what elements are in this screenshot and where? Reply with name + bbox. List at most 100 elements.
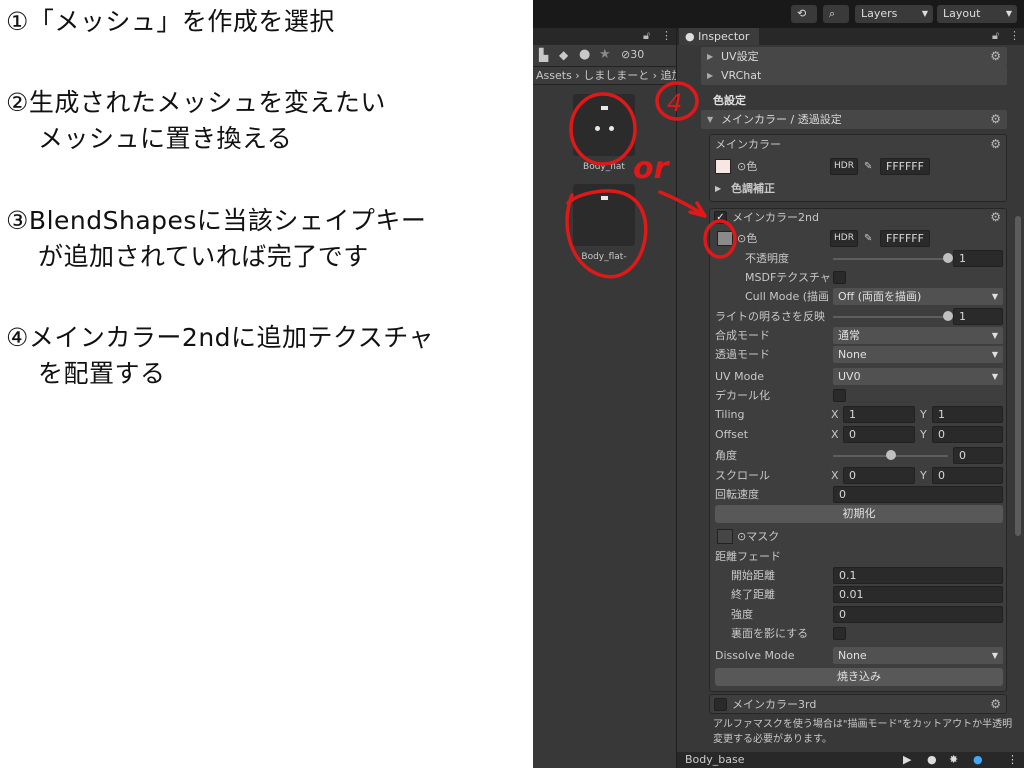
lock-icon[interactable]: 🔓︎ bbox=[992, 29, 999, 43]
gear-icon[interactable]: ⚙ bbox=[990, 110, 1001, 129]
label-icon[interactable]: ◆ bbox=[559, 48, 568, 62]
tiling-row: Tiling X1 Y1 bbox=[677, 405, 1009, 424]
hdr-button[interactable]: HDR bbox=[830, 158, 858, 175]
strength-field[interactable]: 0 bbox=[833, 606, 1003, 623]
end-distance-row: 終了距離 0.01 bbox=[677, 585, 1009, 604]
inspector-scrollbar[interactable] bbox=[1014, 46, 1022, 746]
main3rd-header: メインカラー3rd ⚙ bbox=[677, 695, 1009, 714]
eyedropper-icon[interactable]: ✎ bbox=[864, 229, 872, 248]
instruction-notes: ①「メッシュ」を作成を選択 ②生成されたメッシュを変えたい メッシュに置き換える… bbox=[0, 0, 533, 768]
gear-icon[interactable]: ⚙ bbox=[990, 135, 1001, 154]
preview-mesh-icon[interactable]: ● bbox=[973, 752, 983, 768]
angle-field[interactable]: 0 bbox=[953, 447, 1003, 464]
warning-icon[interactable]: ● bbox=[579, 47, 590, 62]
main2nd-checkbox[interactable]: ✓ bbox=[714, 211, 727, 224]
offset-row: Offset X0 Y0 bbox=[677, 425, 1009, 444]
tab-inspector[interactable]: ● Inspector bbox=[679, 28, 759, 45]
eyedropper-icon[interactable]: ✎ bbox=[864, 157, 872, 176]
msdf-checkbox[interactable] bbox=[833, 271, 846, 284]
lock-icon[interactable]: 🔓︎ bbox=[643, 29, 650, 43]
step-2: ②生成されたメッシュを変えたい メッシュに置き換える bbox=[6, 88, 386, 153]
asset-item[interactable]: Body_flat bbox=[573, 94, 635, 172]
reset-button[interactable]: 初期化 bbox=[715, 505, 1003, 523]
mask-texture-slot[interactable] bbox=[717, 529, 733, 544]
layout-dropdown[interactable]: Layout ▼ bbox=[937, 5, 1017, 23]
step-3: ③BlendShapesに当該シェイプキー が追加されていれば完了です bbox=[6, 206, 427, 271]
mesh-thumbnail bbox=[573, 184, 635, 246]
search-icon[interactable]: ⌕ bbox=[823, 5, 849, 23]
mask-label: ⊙マスク bbox=[737, 530, 780, 543]
history-icon[interactable]: ⟲ bbox=[791, 5, 817, 23]
main-color-header: メインカラー ⚙ bbox=[677, 135, 1009, 154]
hdr-button[interactable]: HDR bbox=[830, 230, 858, 247]
project-tabbar: 🔓︎ ⋮ bbox=[533, 28, 676, 45]
main-color-label: ⊙色 bbox=[737, 160, 758, 173]
main2nd-hex-field[interactable]: FFFFFF bbox=[880, 230, 930, 247]
alpha-row: 透過モード None ▼ bbox=[677, 345, 1009, 364]
rotation-field[interactable]: 0 bbox=[833, 486, 1003, 503]
menu-dots-icon[interactable]: ⋮ bbox=[1009, 29, 1020, 42]
opacity-slider-knob[interactable] bbox=[943, 253, 953, 263]
inspector-tabbar: ● Inspector 🔓︎ ⋮ bbox=[677, 28, 1024, 45]
project-panel: 🔓︎ ⋮ ▙ ◆ ● ★ ⊘30 Assets › しましまーと › 追加 Bo… bbox=[533, 28, 676, 768]
inspector-panel: ● Inspector 🔓︎ ⋮ ▶ UV設定 ⚙ ▶ VRChat 色設定 ▼ メイン… bbox=[676, 28, 1024, 768]
main3rd-checkbox[interactable] bbox=[714, 698, 727, 711]
mesh-thumbnail bbox=[573, 94, 635, 156]
main-hex-field[interactable]: FFFFFF bbox=[880, 158, 930, 175]
light-icon[interactable]: ✸ bbox=[949, 752, 958, 768]
light-slider[interactable] bbox=[833, 316, 948, 318]
sphere-icon[interactable]: ● bbox=[927, 752, 937, 768]
texture-slot[interactable] bbox=[717, 231, 733, 246]
favorite-icon[interactable]: ★ bbox=[599, 47, 611, 62]
opacity-field[interactable]: 1 bbox=[953, 250, 1003, 267]
end-distance-field[interactable]: 0.01 bbox=[833, 586, 1003, 603]
opacity-slider[interactable] bbox=[833, 258, 948, 260]
offset-y-field[interactable]: 0 bbox=[932, 426, 1003, 443]
breadcrumb[interactable]: Assets › しましまーと › 追加 bbox=[533, 67, 676, 85]
rotation-row: 回転速度 0 bbox=[677, 485, 1009, 504]
backface-checkbox[interactable] bbox=[833, 627, 846, 640]
uvmode-row: UV Mode UV0 ▼ bbox=[677, 367, 1009, 386]
editor-toolbar: ⟲ ⌕ Layers ▼ Layout ▼ bbox=[533, 0, 1024, 28]
menu-dots-icon[interactable]: ⋮ bbox=[1007, 752, 1018, 768]
gear-icon[interactable]: ⚙ bbox=[990, 208, 1001, 227]
color-correction-row[interactable]: ▶ 色調補正 bbox=[677, 179, 1009, 198]
bake-button[interactable]: 焼き込み bbox=[715, 668, 1003, 686]
asset-item[interactable]: Body_flat- bbox=[573, 184, 635, 262]
offset-x-field[interactable]: 0 bbox=[843, 426, 915, 443]
color-settings-heading: 色設定 bbox=[713, 94, 746, 107]
scroll-x-field[interactable]: 0 bbox=[843, 467, 915, 484]
light-field[interactable]: 1 bbox=[953, 308, 1003, 325]
dissolve-dropdown[interactable]: None ▼ bbox=[833, 647, 1003, 664]
tiling-x-field[interactable]: 1 bbox=[843, 406, 915, 423]
strength-row: 強度 0 bbox=[677, 605, 1009, 624]
fade-heading: 距離フェード bbox=[715, 550, 781, 563]
hidden-count[interactable]: ⊘30 bbox=[621, 48, 644, 61]
main-color-row: ⊙色 HDR ✎ FFFFFF bbox=[677, 157, 1009, 176]
menu-dots-icon[interactable]: ⋮ bbox=[661, 29, 672, 42]
start-distance-row: 開始距離 0.1 bbox=[677, 566, 1009, 585]
layers-dropdown[interactable]: Layers ▼ bbox=[855, 5, 933, 23]
preview-bar: Body_base ▶ ● ✸ ● ⋮ bbox=[677, 752, 1024, 768]
step-4: ④メインカラー2ndに追加テクスチャ を配置する bbox=[6, 323, 435, 388]
play-icon[interactable]: ▶ bbox=[903, 752, 911, 768]
tiling-y-field[interactable]: 1 bbox=[932, 406, 1003, 423]
scroll-y-field[interactable]: 0 bbox=[932, 467, 1003, 484]
vrchat-header[interactable]: ▶ VRChat bbox=[701, 66, 1007, 85]
main-color-section-header[interactable]: ▼ メインカラー / 透過設定 ⚙ bbox=[701, 110, 1007, 129]
angle-slider-knob[interactable] bbox=[885, 450, 896, 460]
blend-dropdown[interactable]: 通常 ▼ bbox=[833, 327, 1003, 344]
decal-checkbox[interactable] bbox=[833, 389, 846, 402]
asset-label: Body_flat- bbox=[581, 252, 627, 262]
start-distance-field[interactable]: 0.1 bbox=[833, 567, 1003, 584]
alpha-dropdown[interactable]: None ▼ bbox=[833, 346, 1003, 363]
uv-settings-header[interactable]: ▶ UV設定 ⚙ bbox=[701, 47, 1007, 66]
scrollbar-thumb[interactable] bbox=[1015, 216, 1021, 536]
cull-dropdown[interactable]: Off (両面を描画) ▼ bbox=[833, 288, 1003, 305]
create-icon[interactable]: ▙ bbox=[539, 48, 548, 62]
light-slider-knob[interactable] bbox=[943, 311, 953, 321]
gear-icon[interactable]: ⚙ bbox=[990, 47, 1001, 66]
gear-icon[interactable]: ⚙ bbox=[990, 695, 1001, 714]
uvmode-dropdown[interactable]: UV0 ▼ bbox=[833, 368, 1003, 385]
texture-slot[interactable] bbox=[715, 159, 731, 174]
